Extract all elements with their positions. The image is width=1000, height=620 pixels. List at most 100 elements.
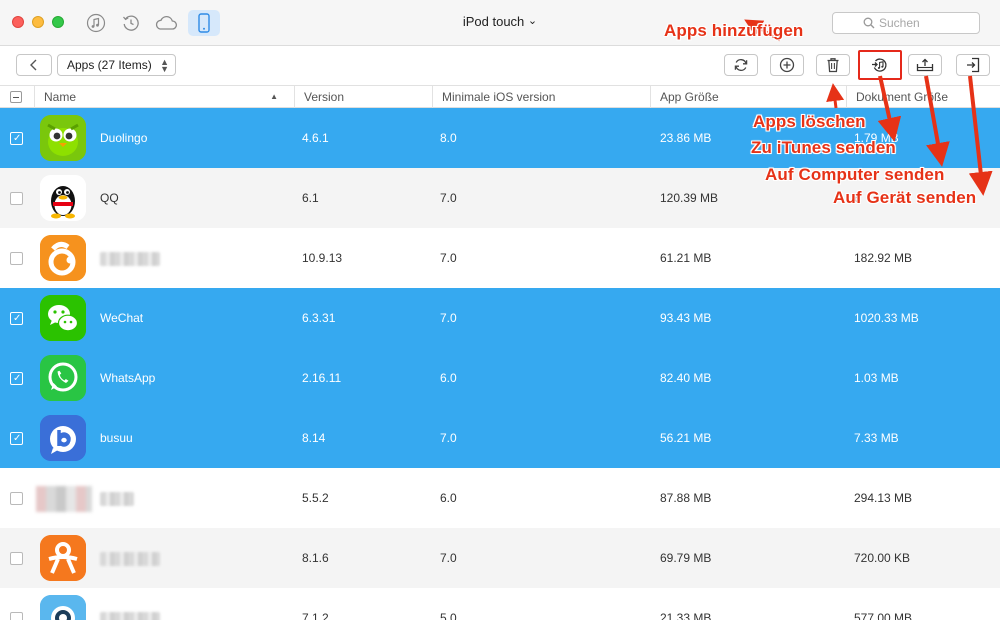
trash-icon <box>827 58 839 73</box>
app-name: WhatsApp <box>100 371 156 385</box>
category-select-label: Apps (27 Items) <box>67 58 152 72</box>
checkmark-icon: ✓ <box>13 373 22 384</box>
app-size: 93.43 MB <box>660 311 712 325</box>
window-title[interactable]: iPod touch ⌄ <box>420 14 580 29</box>
search-input[interactable] <box>879 15 975 31</box>
app-size: 120.39 MB <box>660 191 719 205</box>
app-version: 6.3.31 <box>302 311 336 325</box>
app-min-ios: 5.0 <box>440 611 457 620</box>
app-size: 56.21 MB <box>660 431 712 445</box>
app-name: WeChat <box>100 311 144 325</box>
column-header-name[interactable]: Name ▲ <box>34 86 294 108</box>
updown-chevron-icon: ▲ ▼ <box>160 57 169 74</box>
doc-size: 294.13 MB <box>854 491 913 505</box>
icloud-icon[interactable] <box>153 10 179 36</box>
app-version: 6.1 <box>302 191 319 205</box>
app-min-ios: 7.0 <box>440 551 457 565</box>
toolbar: Apps (27 Items) ▲ ▼ <box>0 46 1000 86</box>
table-row[interactable]: ✓ busuu 8.14 7.0 56.21 MB 7.33 MB <box>0 408 1000 468</box>
row-checkbox[interactable] <box>10 552 23 565</box>
app-min-ios: 6.0 <box>440 491 457 505</box>
row-checkbox[interactable] <box>10 612 23 620</box>
app-size: 82.40 MB <box>660 371 712 385</box>
chevron-down-icon: ⌄ <box>527 15 538 27</box>
refresh-button[interactable] <box>724 54 758 76</box>
row-checkbox[interactable] <box>10 252 23 265</box>
title-bar: iPod touch ⌄ <box>0 0 1000 46</box>
category-select[interactable]: Apps (27 Items) ▲ ▼ <box>57 54 176 76</box>
zoom-window-button[interactable] <box>52 16 64 28</box>
device-icon[interactable] <box>188 10 220 36</box>
app-size: 87.88 MB <box>660 491 712 505</box>
row-checkbox[interactable]: ✓ <box>10 312 23 325</box>
blue-app-icon <box>40 595 86 620</box>
doc-size: 1.03 MB <box>854 371 899 385</box>
back-button[interactable] <box>16 54 52 76</box>
export-to-computer-icon <box>916 58 934 72</box>
column-header-name-label: Name <box>44 90 77 104</box>
doc-size: 720.00 KB <box>854 551 911 565</box>
send-to-computer-button[interactable] <box>908 54 942 76</box>
history-icon[interactable] <box>118 10 144 36</box>
send-to-itunes-button[interactable] <box>858 50 902 80</box>
uc-browser-app-icon <box>40 235 86 281</box>
annotation-add-apps: Apps hinzufügen <box>664 21 804 40</box>
app-version: 10.9.13 <box>302 251 343 265</box>
itunes-transfer-icon <box>872 58 887 72</box>
device-name: iPod touch <box>462 14 525 29</box>
doc-size: 577.00 MB <box>854 611 913 620</box>
app-min-ios: 8.0 <box>440 131 457 145</box>
doc-size: 7.33 MB <box>854 431 899 445</box>
app-name: Duolingo <box>100 131 148 145</box>
column-header-app-size[interactable]: App Größe <box>650 86 846 108</box>
search-icon <box>863 17 875 29</box>
app-min-ios: 6.0 <box>440 371 457 385</box>
row-checkbox[interactable] <box>10 192 23 205</box>
busuu-app-icon <box>40 415 86 461</box>
table-row[interactable]: 5.5.2 6.0 87.88 MB 294.13 MB <box>0 468 1000 528</box>
row-checkbox[interactable]: ✓ <box>10 432 23 445</box>
table-row[interactable]: 8.1.6 7.0 69.79 MB 720.00 KB <box>0 528 1000 588</box>
redacted-app-name <box>100 552 160 566</box>
row-checkbox[interactable]: ✓ <box>10 372 23 385</box>
add-apps-button[interactable] <box>770 54 804 76</box>
select-all-checkbox[interactable] <box>10 91 22 103</box>
search-box[interactable] <box>832 12 980 34</box>
app-version: 8.1.6 <box>302 551 329 565</box>
redacted-app-name <box>100 252 160 266</box>
refresh-icon <box>734 59 748 71</box>
table-row[interactable]: ✓ WhatsApp 2.16.11 6.0 82.40 MB 1.03 MB <box>0 348 1000 408</box>
table-row[interactable]: 7.1.2 5.0 21.33 MB 577.00 MB <box>0 588 1000 620</box>
minimize-window-button[interactable] <box>32 16 44 28</box>
row-checkbox[interactable] <box>10 492 23 505</box>
app-min-ios: 7.0 <box>440 251 457 265</box>
app-name: busuu <box>100 431 133 445</box>
doc-size: 1020.33 MB <box>854 311 919 325</box>
annotation-send-to-itunes: Zu iTunes senden <box>751 138 896 157</box>
app-version: 2.16.11 <box>302 371 342 385</box>
chevron-left-icon <box>30 59 37 71</box>
table-row[interactable]: ✓ WeChat 6.3.31 7.0 93.43 MB 1020.33 MB <box>0 288 1000 348</box>
column-header-version[interactable]: Version <box>294 86 432 108</box>
table-row[interactable]: 10.9.13 7.0 61.21 MB 182.92 MB <box>0 228 1000 288</box>
app-size: 61.21 MB <box>660 251 712 265</box>
app-name: QQ <box>100 191 119 205</box>
checkmark-icon: ✓ <box>13 133 22 144</box>
doc-size: 182.92 MB <box>854 251 913 265</box>
close-window-button[interactable] <box>12 16 24 28</box>
music-icon[interactable] <box>83 10 109 36</box>
delete-apps-button[interactable] <box>816 54 850 76</box>
annotation-delete-apps: Apps löschen <box>753 112 866 131</box>
send-to-device-button[interactable] <box>956 54 990 76</box>
column-header-min-ios[interactable]: Minimale iOS version <box>432 86 650 108</box>
app-version: 4.6.1 <box>302 131 329 145</box>
annotation-send-to-computer: Auf Computer senden <box>765 165 945 184</box>
redacted-app-name <box>100 612 160 620</box>
orange-person-app-icon <box>40 535 86 581</box>
row-checkbox[interactable]: ✓ <box>10 132 23 145</box>
app-size: 21.33 MB <box>660 611 712 620</box>
column-header-doc-size[interactable]: Dokument Größe <box>846 86 1000 108</box>
whatsapp-app-icon <box>40 355 86 401</box>
checkmark-icon: ✓ <box>13 313 22 324</box>
checkmark-icon: ✓ <box>13 433 22 444</box>
